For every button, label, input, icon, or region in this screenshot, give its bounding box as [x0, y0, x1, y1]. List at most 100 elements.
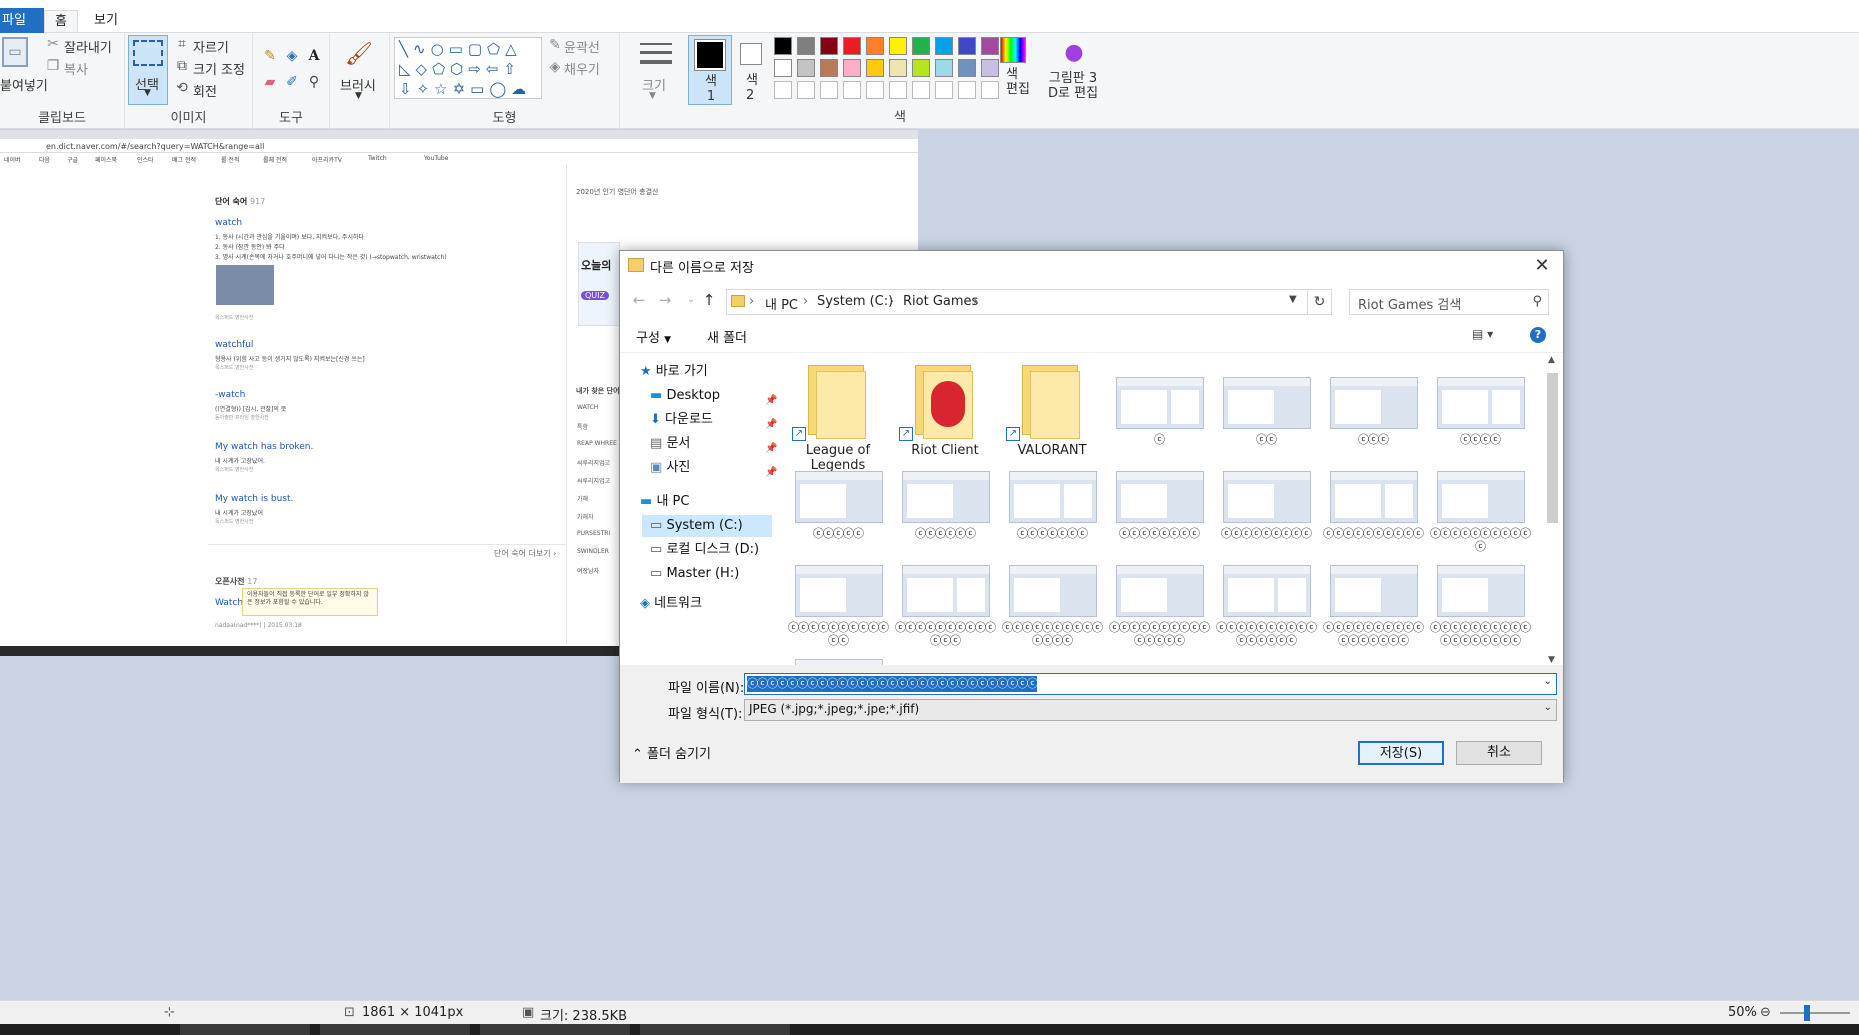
zoom-slider-thumb[interactable]	[1804, 1005, 1810, 1021]
filename-input[interactable]: ⓒⓒⓒⓒⓒⓒⓒⓒⓒⓒⓒⓒⓒⓒⓒⓒⓒⓒⓒⓒⓒⓒⓒⓒⓒⓒⓒⓒⓒ ⌄	[744, 673, 1557, 695]
chevron-down-icon[interactable]: ⌄	[1544, 676, 1552, 687]
cancel-button[interactable]: 취소	[1456, 741, 1542, 765]
size-group[interactable]: 크기 ▼	[620, 33, 688, 129]
rotate-button[interactable]: 회전	[193, 81, 217, 100]
tree-local-d[interactable]: ▭ 로컬 디스크 (D:)	[650, 539, 759, 561]
folder-item[interactable]: ↗ League of Legends	[788, 359, 888, 473]
image-file-item[interactable]: ⓒⓒⓒⓒⓒⓒⓒⓒⓒⓒⓒⓒⓒ	[895, 547, 996, 647]
color-swatch[interactable]	[889, 37, 907, 55]
tree-documents[interactable]: ▤ 문서	[650, 433, 690, 455]
folder-item[interactable]: ↗ VALORANT	[1002, 359, 1102, 458]
color-swatch[interactable]	[843, 81, 861, 99]
color2-button[interactable]: 색 2	[736, 33, 766, 129]
outline-button[interactable]: 윤곽선	[564, 37, 600, 56]
color-swatch[interactable]	[866, 81, 884, 99]
file-list-scrollbar[interactable]: ▲ ▼	[1544, 355, 1561, 665]
select-button[interactable]: 선택 ▼	[128, 35, 168, 105]
pencil-icon[interactable]: ✎	[261, 47, 279, 65]
color-swatch[interactable]	[866, 59, 884, 77]
taskbar-item[interactable]	[320, 1024, 470, 1035]
color-swatch[interactable]	[797, 59, 815, 77]
color-swatch[interactable]	[935, 37, 953, 55]
color-swatch[interactable]	[912, 37, 930, 55]
zoom-out-icon[interactable]: ⊖	[1760, 1005, 1771, 1020]
taskbar-item[interactable]	[480, 1024, 630, 1035]
tree-pictures[interactable]: ▣ 사진	[650, 457, 690, 479]
tree-master-h[interactable]: ▭ Master (H:)	[650, 563, 739, 585]
shapes-gallery[interactable]: ╲∿○▭▢⬠△ ◺◇⬠⬡⇨⇦⇧ ⇩✧☆✡▭◯☁	[394, 37, 542, 99]
eraser-icon[interactable]: ▰	[261, 73, 279, 91]
color-swatch[interactable]	[912, 59, 930, 77]
image-file-item[interactable]: ⓒⓒⓒⓒⓒⓒⓒⓒⓒⓒⓒⓒⓒⓒ	[1002, 547, 1103, 647]
color-swatch[interactable]	[958, 81, 976, 99]
scroll-up-icon[interactable]: ▲	[1548, 355, 1555, 365]
up-icon[interactable]: ↑	[698, 289, 720, 311]
copy-button[interactable]: 복사	[64, 59, 88, 78]
color-swatch[interactable]	[797, 37, 815, 55]
color-swatch[interactable]	[774, 81, 792, 99]
image-file-item[interactable]: ⓒⓒⓒⓒⓒⓒⓒⓒⓒⓒⓒⓒⓒⓒⓒⓒⓒⓒⓒ	[788, 641, 888, 665]
hide-folders-button[interactable]: ⌃ 폴더 숨기기	[632, 743, 711, 762]
file-list[interactable]: ↗ League of Legends ↗ Riot Client ↗ VALORANT ⓒ…	[778, 355, 1543, 665]
forward-icon[interactable]: →	[654, 289, 676, 311]
color-swatch[interactable]	[958, 37, 976, 55]
tree-network[interactable]: ◈ 네트워크	[640, 593, 702, 615]
cut-button[interactable]: 잘라내기	[64, 37, 112, 56]
color-swatch[interactable]	[774, 37, 792, 55]
tab-view[interactable]: 보기	[84, 10, 128, 32]
resize-button[interactable]: 크기 조정	[193, 59, 245, 78]
breadcrumb-system-c[interactable]: System (C:)	[817, 294, 893, 309]
breadcrumb-riot-games[interactable]: Riot Games	[903, 294, 978, 309]
tree-this-pc[interactable]: ▬ 내 PC	[640, 491, 689, 513]
image-file-item[interactable]: ⓒⓒⓒⓒⓒⓒⓒⓒⓒⓒⓒⓒⓒⓒⓒⓒⓒⓒ	[1430, 547, 1531, 647]
taskbar-item[interactable]	[180, 1024, 310, 1035]
crop-button[interactable]: 자르기	[193, 37, 229, 56]
image-file-item[interactable]: ⓒⓒⓒⓒⓒⓒ	[895, 453, 995, 545]
color-swatch[interactable]	[912, 81, 930, 99]
paint3d-button[interactable]: ● 그림판 3 D로 편집	[1040, 33, 1104, 129]
close-icon[interactable]: ✕	[1527, 253, 1557, 279]
scrollbar-thumb[interactable]	[1547, 373, 1558, 523]
fill-bucket-icon[interactable]: ◈	[283, 47, 301, 65]
image-file-item[interactable]: ⓒⓒⓒⓒⓒⓒⓒⓒⓒⓒⓒⓒⓒⓒⓒⓒⓒ	[1323, 547, 1424, 647]
color-swatch[interactable]	[843, 59, 861, 77]
color-swatch[interactable]	[820, 37, 838, 55]
color-swatch[interactable]	[935, 81, 953, 99]
filetype-select[interactable]: JPEG (*.jpg;*.jpeg;*.jpe;*.jfif) ⌄	[744, 699, 1557, 721]
zoom-slider[interactable]	[1780, 1012, 1850, 1014]
color-swatch[interactable]	[820, 59, 838, 77]
organize-button[interactable]: 구성 ▼	[636, 327, 671, 346]
color-swatch[interactable]	[774, 59, 792, 77]
taskbar-item[interactable]	[640, 1024, 790, 1035]
color-swatch[interactable]	[797, 81, 815, 99]
address-bar[interactable]: › 내 PC › System (C:) › Riot Games › ▼	[726, 289, 1308, 315]
image-file-item[interactable]: ⓒⓒⓒⓒⓒⓒⓒⓒⓒⓒⓒ	[1430, 453, 1531, 553]
color-swatch[interactable]	[889, 59, 907, 77]
paste-button[interactable]: 붙여넣기	[0, 75, 48, 94]
text-icon[interactable]: A	[305, 47, 323, 65]
color-swatch[interactable]	[958, 59, 976, 77]
folder-item[interactable]: ↗ Riot Client	[895, 359, 995, 458]
image-file-item[interactable]: ⓒⓒⓒⓒ	[1430, 359, 1530, 451]
save-button[interactable]: 저장(S)	[1358, 741, 1444, 765]
magnifier-icon[interactable]: ⚲	[305, 73, 323, 91]
color-swatch[interactable]	[866, 37, 884, 55]
image-file-item[interactable]: ⓒⓒⓒⓒⓒⓒⓒⓒⓒ	[1216, 453, 1316, 545]
scroll-down-icon[interactable]: ▼	[1548, 655, 1555, 665]
new-folder-button[interactable]: 새 폴더	[707, 327, 747, 346]
color-swatch[interactable]	[935, 59, 953, 77]
back-icon[interactable]: ←	[628, 289, 650, 311]
tree-quick-access[interactable]: ★ 바로 가기	[640, 361, 708, 383]
refresh-icon[interactable]: ↻	[1308, 289, 1332, 315]
fill-button[interactable]: 채우기	[564, 59, 600, 78]
image-file-item[interactable]: ⓒⓒⓒⓒⓒⓒⓒⓒ	[1109, 453, 1209, 545]
color1-button[interactable]: 색 1	[688, 35, 732, 105]
tree-desktop[interactable]: ▬ Desktop	[650, 385, 720, 407]
paste-icon[interactable]: ▭	[2, 37, 28, 67]
image-file-item[interactable]: ⓒⓒⓒⓒⓒⓒⓒⓒⓒⓒⓒⓒⓒⓒⓒⓒ	[1216, 547, 1317, 647]
tab-file[interactable]: 파일	[0, 8, 44, 33]
color-swatch[interactable]	[820, 81, 838, 99]
search-input[interactable]: Riot Games 검색 ⚲	[1349, 289, 1549, 315]
image-file-item[interactable]: ⓒⓒ	[1216, 359, 1316, 451]
view-options-icon[interactable]: ▤ ▾	[1472, 327, 1493, 341]
